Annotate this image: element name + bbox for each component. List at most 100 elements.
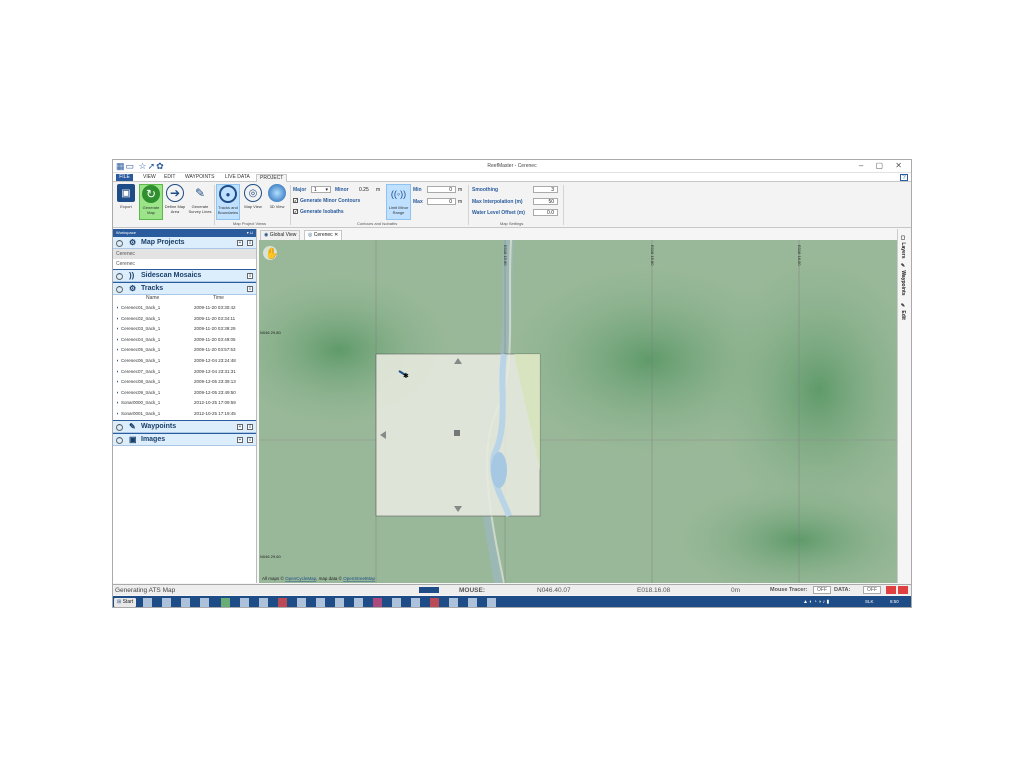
export-button[interactable]: ▣ Export xyxy=(114,184,138,220)
add-icon[interactable]: + xyxy=(237,436,243,443)
map-project-item[interactable]: Cerenec xyxy=(113,259,256,269)
app-icon[interactable] xyxy=(143,598,152,607)
data-toggle[interactable]: OFF xyxy=(863,586,881,594)
import-icon[interactable]: ⇩ xyxy=(247,240,253,246)
map-view-button[interactable]: ◎ Map View xyxy=(241,184,265,220)
language-indicator[interactable]: SLK xyxy=(865,599,874,604)
smoothing-input[interactable]: 3 xyxy=(533,186,558,193)
alert-icon[interactable] xyxy=(886,586,896,594)
app-icon[interactable] xyxy=(335,598,344,607)
max-input[interactable]: 0 xyxy=(427,198,456,205)
water-level-offset-input[interactable]: 0.0 xyxy=(533,209,558,216)
sonar-icon: )) xyxy=(129,271,135,280)
menu-live-data[interactable]: LIVE DATA xyxy=(222,174,253,181)
major-select[interactable]: 1 ▾ xyxy=(311,186,331,193)
define-map-area-button[interactable]: ➔ Define Map Area xyxy=(163,184,187,220)
help-button[interactable]: ? xyxy=(900,174,908,181)
app-icon[interactable] xyxy=(392,598,401,607)
track-row[interactable]: ◖ Cerenec01_track_1 2009-11-20 03:30:42 xyxy=(113,303,256,314)
app-icon[interactable] xyxy=(259,598,268,607)
track-row[interactable]: ◖ Cerenec05_track_1 2009-11-20 03:57:53 xyxy=(113,345,256,356)
3d-view-button[interactable]: 3D View xyxy=(265,184,289,220)
alert-icon[interactable] xyxy=(898,586,908,594)
app-icon[interactable] xyxy=(200,598,209,607)
import-icon[interactable]: ⇩ xyxy=(247,423,253,430)
track-row[interactable]: ◖ Cerenec04_track_1 2009-11-20 03:49:05 xyxy=(113,335,256,346)
add-icon[interactable]: + xyxy=(237,240,243,246)
menu-project[interactable]: PROJECT xyxy=(256,174,288,182)
track-row[interactable]: ◖ Sonar0001_track_1 2012-10-25 17:19:45 xyxy=(113,409,256,420)
app-icon[interactable] xyxy=(316,598,325,607)
collapse-icon[interactable]: ⌃ xyxy=(116,436,123,444)
track-row[interactable]: ◖ Cerenec08_track_1 2009-12-05 23:39:13 xyxy=(113,377,256,388)
map-canvas[interactable]: ✱ ✋ N046 29.80 N046 29.60 E018 15.60 E01… xyxy=(259,240,897,583)
menu-view[interactable]: VIEW xyxy=(140,174,159,181)
tab-global-view[interactable]: ◉ Global View xyxy=(260,230,301,240)
app-icon[interactable] xyxy=(487,598,496,607)
generate-isobaths-checkbox[interactable]: ✓ Generate Isobaths xyxy=(293,209,344,215)
track-row[interactable]: ◖ Sonar0000_track_1 2012-10-25 17:09:59 xyxy=(113,398,256,409)
opencyclemap-link[interactable]: OpenCycleMap xyxy=(285,576,317,581)
generate-map-button[interactable]: ↻ Generate Map xyxy=(139,184,163,220)
max-interpolation-input[interactable]: 50 xyxy=(533,198,558,205)
edit-tab[interactable]: ✎ Edit xyxy=(900,303,906,320)
lon-label: E018 15.60 xyxy=(503,245,508,266)
section-sidescan-mosaics[interactable]: ⌃ )) Sidescan Mosaics ⇩ xyxy=(113,269,256,282)
openstreetmap-link[interactable]: OpenStreetMap xyxy=(343,576,375,581)
import-icon[interactable]: ⇩ xyxy=(247,286,253,292)
app-icon[interactable] xyxy=(449,598,458,607)
tracks-and-boundaries-button[interactable]: ● Tracks and Boundaries xyxy=(216,184,240,220)
track-row[interactable]: ◖ Cerenec09_track_1 2009-12-05 23:49:50 xyxy=(113,388,256,399)
track-row[interactable]: ◖ Cerenec06_track_1 2009-12-04 23:24:48 xyxy=(113,356,256,367)
track-row[interactable]: ◖ Cerenec07_track_1 2009-12-04 23:31:31 xyxy=(113,367,256,378)
limit-minor-range-button[interactable]: ((◦)) Limit Minor Range xyxy=(386,184,411,220)
track-row[interactable]: ◖ Cerenec02_track_1 2009-11-20 03:34:11 xyxy=(113,314,256,325)
pin-icon[interactable]: ▾ ⊔ xyxy=(247,229,253,236)
app-icon[interactable] xyxy=(297,598,306,607)
mouse-tracer-toggle[interactable]: OFF xyxy=(813,586,831,594)
generate-minor-contours-checkbox[interactable]: ✓ Generate Minor Contours xyxy=(293,198,360,204)
app-icon[interactable] xyxy=(162,598,171,607)
app-icon[interactable] xyxy=(354,598,363,607)
collapse-icon[interactable]: ⌃ xyxy=(116,240,123,247)
app-icon[interactable] xyxy=(430,598,439,607)
menu-waypoints[interactable]: WAYPOINTS xyxy=(182,174,217,181)
col-name[interactable]: Name xyxy=(146,295,159,301)
section-tracks[interactable]: ⌃ ⚙ Tracks ⇩ xyxy=(113,282,256,295)
tab-cerenec[interactable]: ◎ Cerenec ✕ xyxy=(304,230,343,240)
menu-file[interactable]: FILE xyxy=(116,174,133,181)
app-icon[interactable] xyxy=(240,598,249,607)
col-time[interactable]: Time xyxy=(213,295,224,301)
add-icon[interactable]: + xyxy=(237,423,243,430)
generate-survey-lines-button[interactable]: ✎ Generate Survey Lines xyxy=(188,184,212,220)
app-icon[interactable] xyxy=(373,598,382,607)
map-svg[interactable]: ✱ ✋ N046 29.80 N046 29.60 E018 15.60 E01… xyxy=(259,240,897,583)
waypoints-tab[interactable]: ✎ Waypoints xyxy=(900,263,906,295)
window-controls[interactable]: – ▢ ✕ xyxy=(859,161,907,170)
min-input[interactable]: 0 xyxy=(427,186,456,193)
import-icon[interactable]: ⇩ xyxy=(247,273,253,279)
menu-edit[interactable]: EDIT xyxy=(161,174,178,181)
import-icon[interactable]: ⇩ xyxy=(247,436,253,443)
collapse-icon[interactable]: ⌃ xyxy=(116,423,123,431)
app-icon[interactable] xyxy=(181,598,190,607)
start-button[interactable]: ⊞ Start xyxy=(114,598,137,607)
app-icon[interactable] xyxy=(278,598,287,607)
app-icon[interactable] xyxy=(221,598,230,607)
layers-tab[interactable]: ▢ Layers xyxy=(900,235,906,259)
pan-hand-icon[interactable]: ✋ xyxy=(263,246,279,260)
tray-icons[interactable]: ▲ ◐ ◔ ◑ ♪ ▮ xyxy=(803,599,829,605)
section-waypoints[interactable]: ⌃ ✎ Waypoints + ⇩ xyxy=(113,419,256,433)
track-row[interactable]: ◖ Cerenec03_track_1 2009-11-20 03:39:29 xyxy=(113,324,256,335)
center-handle[interactable] xyxy=(454,430,460,436)
close-icon[interactable]: ✕ xyxy=(334,232,338,238)
section-images[interactable]: ⌃ ▣ Images + ⇩ xyxy=(113,432,256,446)
app-icon[interactable] xyxy=(468,598,477,607)
gear-icon: ⚙ xyxy=(129,238,137,247)
collapse-icon[interactable]: ⌃ xyxy=(116,273,123,280)
app-icon[interactable] xyxy=(411,598,420,607)
section-map-projects[interactable]: ⌃ ⚙ Map Projects + ⇩ xyxy=(113,236,256,249)
save-icon: ▣ xyxy=(117,184,135,202)
map-project-item[interactable]: Cerenec xyxy=(113,249,256,259)
collapse-icon[interactable]: ⌃ xyxy=(116,286,123,293)
